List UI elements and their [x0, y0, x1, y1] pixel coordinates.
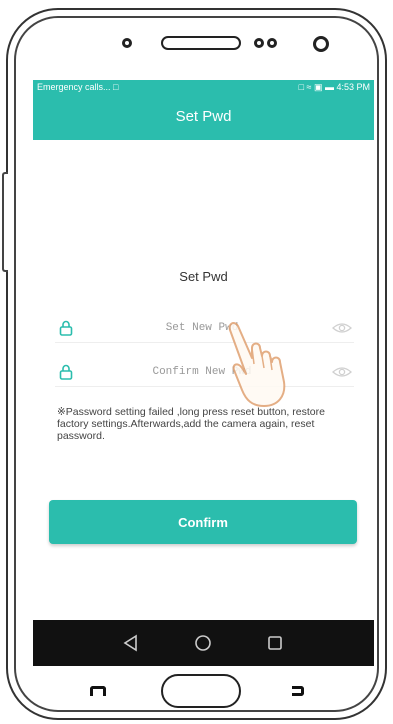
recent-square-icon[interactable]: [265, 633, 285, 653]
earpiece-speaker: [161, 36, 241, 50]
lock-icon: [59, 364, 73, 380]
hardware-recent-button[interactable]: [292, 686, 304, 696]
sensor-dot-right-1: [254, 38, 264, 48]
eye-icon[interactable]: [332, 365, 352, 379]
side-button: [2, 172, 8, 272]
back-triangle-icon[interactable]: [121, 633, 141, 653]
hardware-back-button[interactable]: [90, 686, 106, 696]
reset-note: ※Password setting failed ,long press res…: [57, 406, 325, 442]
screen-content-layer: Set Pwd ※Password setting failed ,long p…: [33, 80, 374, 666]
eye-icon[interactable]: [332, 321, 352, 335]
android-nav-bar: [33, 620, 374, 666]
confirm-button[interactable]: Confirm: [49, 500, 357, 544]
home-circle-icon[interactable]: [193, 633, 213, 653]
lock-icon: [59, 320, 73, 336]
section-title: Set Pwd: [179, 269, 228, 284]
sensor-dot-right-2: [267, 38, 277, 48]
new-password-row[interactable]: [55, 314, 354, 343]
front-camera: [313, 36, 329, 52]
hardware-home-button[interactable]: [161, 674, 241, 708]
confirm-password-row[interactable]: [55, 358, 354, 387]
pointing-hand-icon: [228, 322, 286, 407]
sensor-dot: [122, 38, 132, 48]
